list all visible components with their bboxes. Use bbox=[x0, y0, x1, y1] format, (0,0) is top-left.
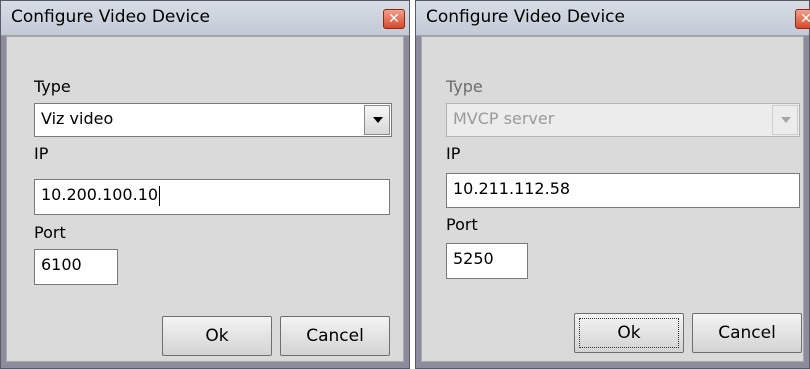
chevron-down-icon bbox=[373, 117, 383, 123]
ok-button[interactable]: Ok bbox=[162, 316, 272, 356]
configure-video-device-dialog-1: Configure Video Device ✕ Type Viz video … bbox=[0, 0, 410, 369]
port-input-value: 6100 bbox=[41, 255, 82, 274]
port-input-value: 5250 bbox=[453, 249, 494, 268]
dialog-body: Type Viz video IP 10.200.100.10 Port 610… bbox=[6, 36, 404, 362]
ip-label: IP bbox=[34, 144, 49, 163]
text-caret bbox=[159, 185, 161, 206]
ip-input-value: 10.200.100.10 bbox=[41, 185, 159, 204]
ip-input[interactable]: 10.200.100.10 bbox=[34, 179, 390, 215]
dialog-title: Configure Video Device bbox=[11, 7, 210, 27]
cancel-button-label: Cancel bbox=[718, 323, 776, 343]
cancel-button-label: Cancel bbox=[306, 326, 364, 346]
ip-label: IP bbox=[446, 144, 461, 163]
port-input[interactable]: 6100 bbox=[34, 249, 118, 285]
close-button[interactable]: ✕ bbox=[383, 9, 405, 29]
ip-input[interactable]: 10.211.112.58 bbox=[446, 173, 800, 208]
type-dropdown-value: MVCP server bbox=[453, 109, 555, 128]
type-dropdown[interactable]: MVCP server bbox=[446, 103, 800, 137]
configure-video-device-dialog-2: Configure Video Device ✕ Type MVCP serve… bbox=[415, 0, 810, 369]
ip-input-value: 10.211.112.58 bbox=[453, 179, 571, 198]
close-icon: ✕ bbox=[800, 11, 810, 27]
type-dropdown-value: Viz video bbox=[41, 109, 114, 128]
title-bar[interactable]: Configure Video Device ✕ bbox=[1, 1, 409, 36]
ok-button-label: Ok bbox=[205, 326, 229, 346]
close-icon: ✕ bbox=[388, 11, 400, 27]
port-input[interactable]: 5250 bbox=[446, 243, 528, 279]
type-dropdown-button[interactable] bbox=[772, 105, 798, 135]
ok-button[interactable]: Ok bbox=[574, 313, 684, 353]
chevron-down-icon bbox=[781, 117, 791, 123]
type-label: Type bbox=[446, 77, 483, 96]
title-bar[interactable]: Configure Video Device ✕ bbox=[416, 1, 810, 36]
dialog-title: Configure Video Device bbox=[426, 7, 625, 27]
ok-button-label: Ok bbox=[617, 323, 641, 343]
dialog-body: Type MVCP server IP 10.211.112.58 Port 5… bbox=[421, 36, 804, 362]
cancel-button[interactable]: Cancel bbox=[280, 316, 390, 356]
type-dropdown[interactable]: Viz video bbox=[34, 103, 392, 137]
port-label: Port bbox=[446, 215, 478, 234]
close-button[interactable]: ✕ bbox=[795, 9, 810, 29]
cancel-button[interactable]: Cancel bbox=[692, 313, 802, 353]
type-dropdown-button[interactable] bbox=[364, 105, 390, 135]
type-label: Type bbox=[34, 77, 71, 96]
port-label: Port bbox=[34, 223, 66, 242]
